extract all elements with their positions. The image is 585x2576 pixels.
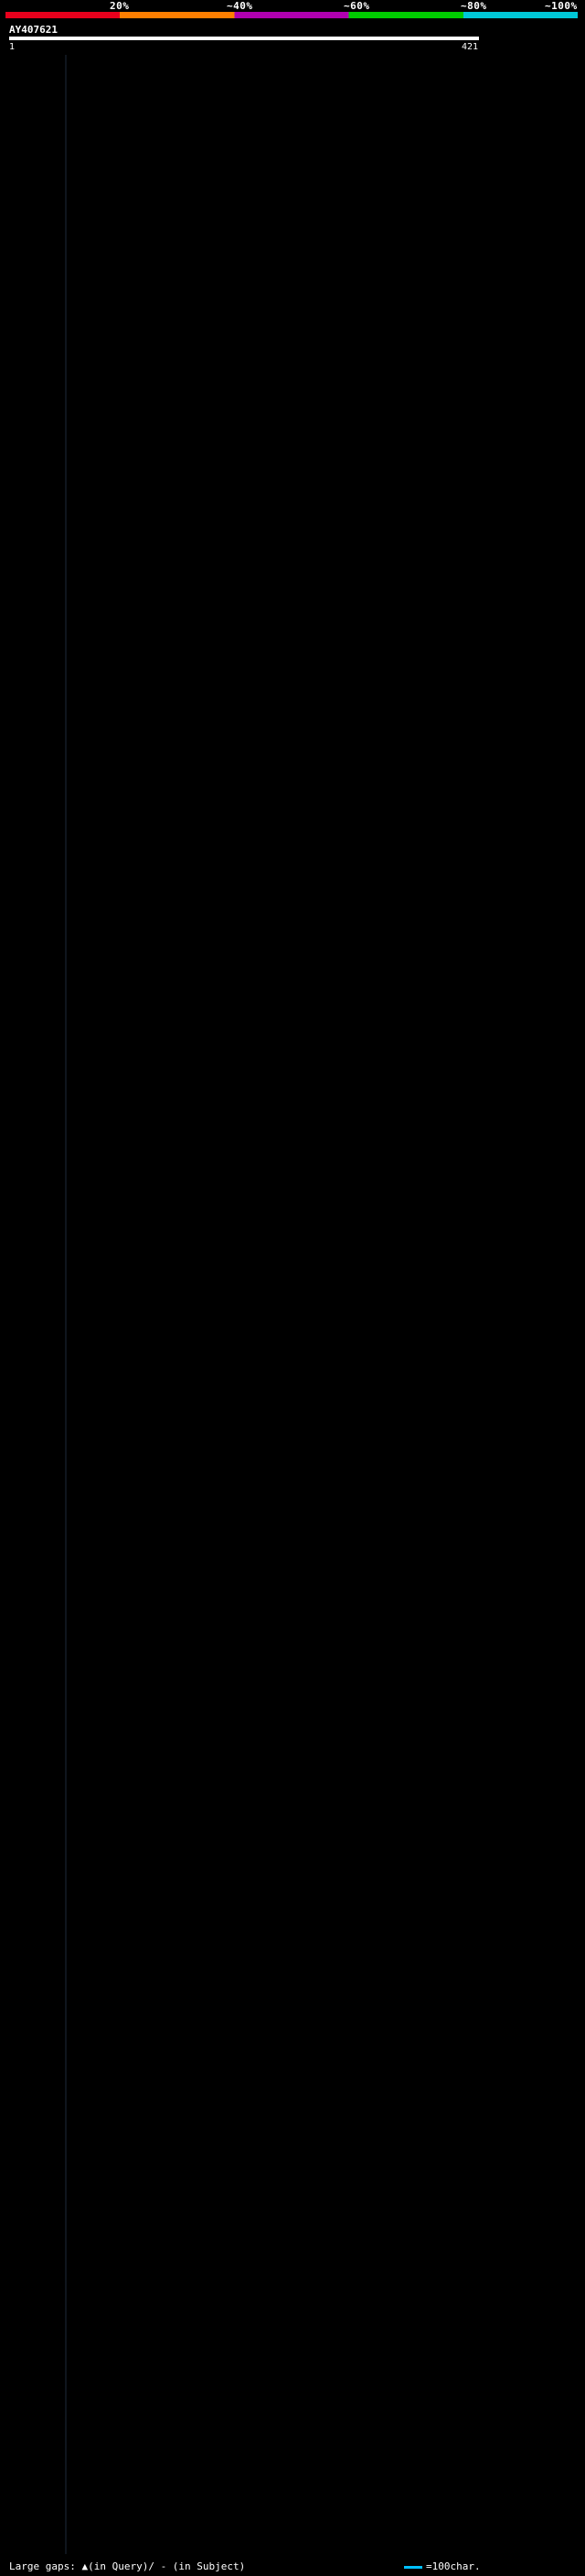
scale-legend: =100char. — [426, 2560, 481, 2572]
identity-label-80: ~80% — [461, 0, 487, 12]
ruler-end: 421 — [462, 42, 479, 52]
query-sequence-bar — [9, 37, 479, 40]
identity-label-60: ~60% — [344, 0, 370, 12]
identity-scale-bar — [5, 12, 578, 18]
identity-label-20: 20% — [110, 0, 130, 12]
identity-color-scale: 20% ~40% ~60% ~80% ~100% — [0, 0, 585, 24]
query-id: AY407621 — [9, 24, 58, 36]
identity-label-100: ~100% — [545, 0, 578, 12]
identity-label-40: ~40% — [227, 0, 253, 12]
legend-footer: Large gaps: ▲(in Query)/ - (in Subject) … — [0, 2558, 585, 2576]
large-gaps-legend: Large gaps: ▲(in Query)/ - (in Subject) — [9, 2560, 246, 2572]
ruler-start: 1 — [9, 42, 16, 52]
alignment-plot — [65, 55, 67, 2554]
blast-alignment-viewer: 20% ~40% ~60% ~80% ~100% AY407621 1 421 … — [0, 0, 585, 2576]
scale-sample-line — [404, 2566, 422, 2569]
